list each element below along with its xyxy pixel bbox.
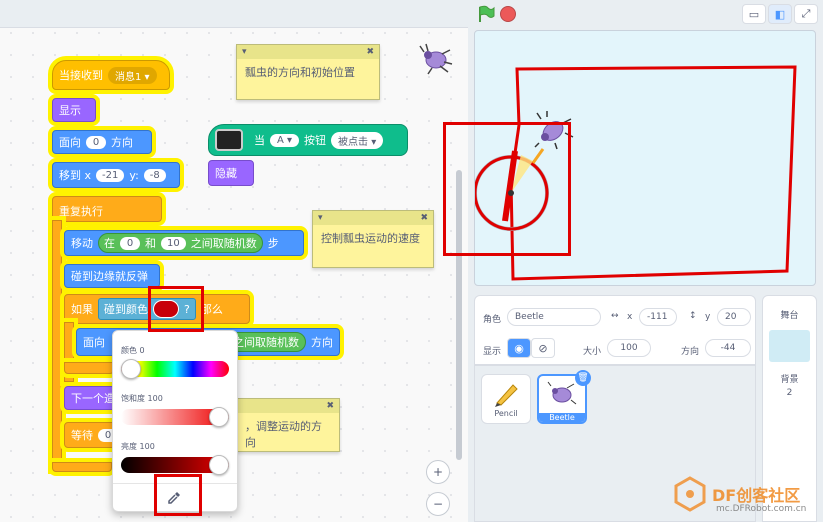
move-block[interactable]: 移动 在 0 和 10 之间取随机数 步 [64, 230, 304, 256]
goto-xy-block[interactable]: 移到 x -21 y: -8 [52, 162, 180, 188]
fullscreen-icon[interactable]: ⤢ [794, 4, 818, 24]
collapse-icon[interactable]: ▾ [318, 213, 323, 223]
comment-text-2: 控制瓢虫运动的速度 [321, 232, 420, 245]
message-dropdown[interactable]: 消息1 ▾ [108, 66, 157, 84]
close-icon[interactable]: ✖ [326, 401, 334, 411]
highlight-color-swatch [148, 286, 204, 332]
saturation-value: 100 [147, 394, 163, 403]
zoom-in-button[interactable]: + [426, 460, 450, 484]
sprite-thumb-beetle[interactable]: Beetle 🗑 [537, 370, 591, 424]
sprite-info-panel: 角色 Beetle ↔ x -111 ↕ y 20 显示 ◉ ⊘ 大小 100 … [474, 295, 756, 365]
beetle-icon [547, 381, 577, 405]
comment-note-3[interactable]: ✖ ，调整运动的方向 [236, 398, 340, 452]
pencil-icon [495, 384, 518, 407]
comment-note-1[interactable]: ▾ ✖ 瓢虫的方向和初始位置 [236, 44, 380, 100]
forever-block[interactable]: 重复执行 [52, 196, 162, 222]
sprite-thumb-pencil[interactable]: Pencil [481, 374, 531, 424]
zoom-out-button[interactable]: − [426, 492, 450, 516]
show-visible-icon[interactable]: ◉ [507, 338, 531, 358]
brightness-value: 100 [139, 442, 155, 451]
close-icon[interactable]: ✖ [366, 47, 374, 57]
color-value: 0 [139, 346, 145, 355]
random-operator[interactable]: 在 0 和 10 之间取随机数 [98, 233, 263, 253]
stop-icon[interactable] [500, 6, 516, 22]
highlight-stage-circle [443, 122, 571, 256]
point-direction-input[interactable]: 0 [86, 135, 106, 149]
code-area[interactable]: 当接收到 消息1 ▾ 显示 面向 0 方向 移到 x -21 y: -8 重复执… [0, 0, 468, 522]
microbit-icon [215, 129, 243, 151]
small-stage-icon[interactable]: ▭ [742, 4, 766, 24]
y-arrows-icon: ↕ [689, 311, 697, 321]
saturation-slider-knob[interactable] [209, 407, 229, 427]
stage-header: ▭ ◧ ⤢ [468, 0, 823, 28]
point-direction-block[interactable]: 面向 0 方向 [52, 130, 152, 154]
comment-text-3: ，调整运动的方向 [245, 420, 322, 449]
random-to-input[interactable]: 10 [161, 236, 186, 250]
color-slider-knob[interactable] [121, 359, 141, 379]
highlight-eyedropper [154, 474, 202, 516]
green-flag-icon[interactable] [476, 5, 496, 23]
sprite-y-field[interactable]: 20 [717, 308, 751, 326]
sprite-x-field[interactable]: -111 [639, 308, 677, 326]
code-toolbar [0, 0, 468, 28]
large-stage-icon[interactable]: ◧ [768, 4, 792, 24]
forever-arm [52, 220, 62, 470]
forever-bottom [52, 462, 112, 472]
delete-sprite-icon[interactable]: 🗑 [575, 370, 591, 386]
button-a-dropdown[interactable]: A ▾ [270, 133, 300, 147]
collapse-icon[interactable]: ▾ [242, 47, 247, 57]
backdrop-thumbnail[interactable] [769, 330, 810, 362]
hide-visible-icon[interactable]: ⊘ [531, 338, 555, 358]
button-event-dropdown[interactable]: 被点击 ▾ [331, 131, 384, 149]
close-icon[interactable]: ✖ [420, 213, 428, 223]
random-from-input[interactable]: 0 [120, 236, 140, 250]
comment-text-1: 瓢虫的方向和初始位置 [245, 66, 355, 79]
when-receive-block[interactable]: 当接收到 消息1 ▾ [52, 60, 170, 90]
dfrobot-logo: DF创客社区 mc.DFRobot.com.cn [672, 474, 822, 520]
brightness-slider-knob[interactable] [209, 455, 229, 475]
sprite-size-field[interactable]: 100 [607, 339, 651, 357]
bounce-block[interactable]: 碰到边缘就反弹 [64, 264, 160, 288]
hide-block[interactable]: 隐藏 [208, 160, 254, 186]
goto-x-input[interactable]: -21 [96, 168, 125, 182]
if-bottom [64, 362, 114, 374]
comment-note-2[interactable]: ▾ ✖ 控制瓢虫运动的速度 [312, 210, 434, 268]
sprite-name-field[interactable]: Beetle [507, 308, 601, 326]
point-random-operator[interactable]: 之间取随机数 [226, 332, 306, 352]
x-arrows-icon: ↔ [611, 311, 619, 321]
when-button-block[interactable]: 当 A ▾ 按钮 被点击 ▾ [208, 124, 408, 156]
sprite-direction-field[interactable]: -44 [705, 339, 751, 357]
show-block[interactable]: 显示 [52, 98, 96, 122]
goto-y-input[interactable]: -8 [143, 168, 166, 182]
beetle-sprite-icon [418, 42, 454, 76]
